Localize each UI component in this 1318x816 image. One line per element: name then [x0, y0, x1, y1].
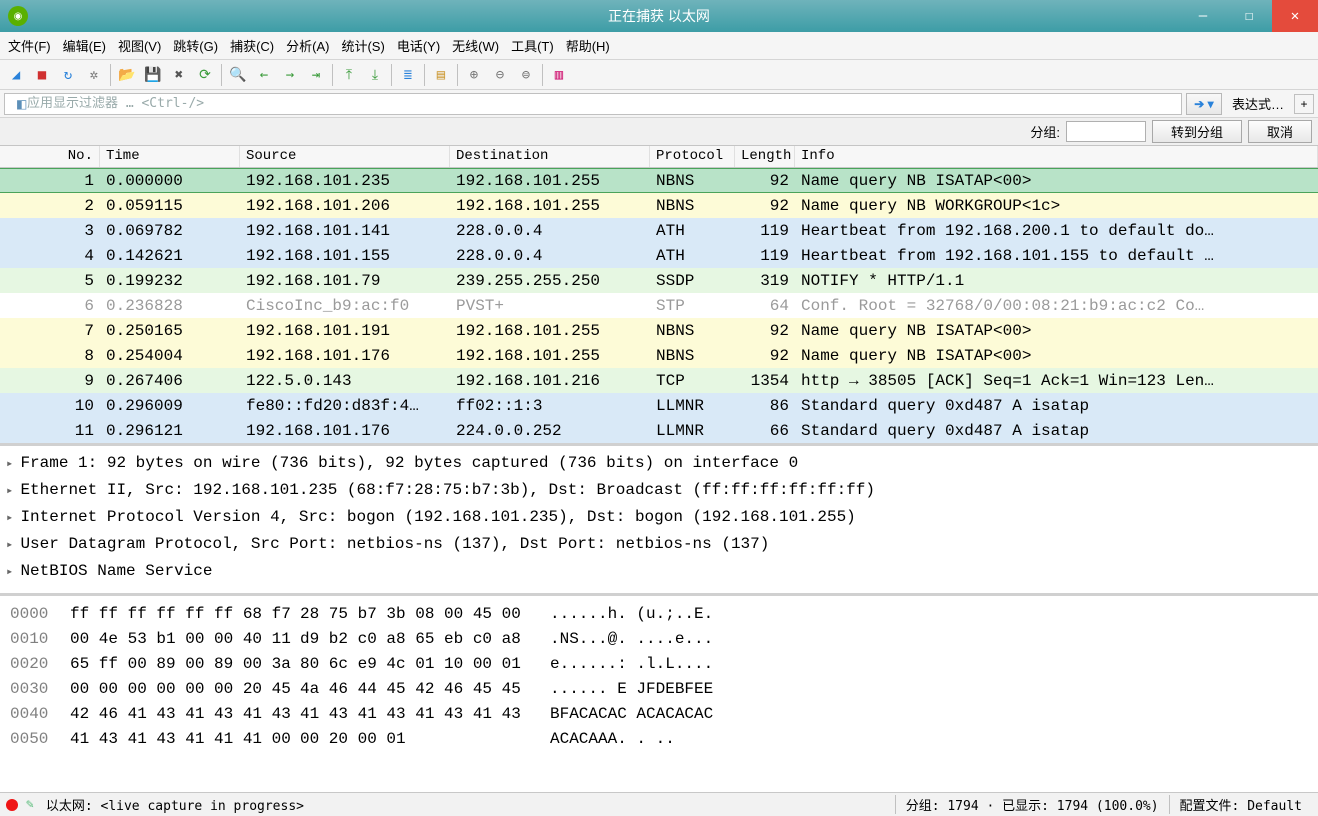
hex-row[interactable]: 004042 46 41 43 41 43 41 4341 43 41 43 4… — [10, 702, 1308, 727]
separator — [542, 64, 543, 86]
app-window: ◉ 正在捕获 以太网 — ☐ ✕ 文件(F) 编辑(E) 视图(V) 跳转(G)… — [0, 0, 1318, 816]
window-title: 正在捕获 以太网 — [0, 6, 1318, 26]
go-forward-icon[interactable]: → — [278, 63, 302, 87]
capture-status-text: <live capture in progress> — [101, 799, 305, 814]
detail-node[interactable]: Internet Protocol Version 4, Src: bogon … — [6, 504, 1312, 531]
hex-row[interactable]: 001000 4e 53 b1 00 00 40 11d9 b2 c0 a8 6… — [10, 627, 1308, 652]
add-filter-button[interactable]: + — [1294, 94, 1314, 114]
save-file-icon[interactable]: 💾 — [141, 63, 165, 87]
auto-scroll-icon[interactable]: ≣ — [396, 63, 420, 87]
menu-go[interactable]: 跳转(G) — [173, 36, 218, 55]
status-bar: ✎ 以太网: <live capture in progress> 分组: 17… — [0, 792, 1318, 816]
packet-counts: 分组: 1794 · 已显示: 1794 (100.0%) — [895, 795, 1169, 814]
interface-name: 以太网 — [46, 799, 85, 814]
bookmark-icon[interactable]: ◧ — [16, 97, 27, 111]
zoom-reset-icon[interactable]: ⊜ — [514, 63, 538, 87]
menu-wireless[interactable]: 无线(W) — [452, 36, 499, 55]
resize-columns-icon[interactable]: ▥ — [547, 63, 571, 87]
hex-row[interactable]: 003000 00 00 00 00 00 20 454a 46 44 45 4… — [10, 677, 1308, 702]
go-to-packet-icon[interactable]: ⇥ — [304, 63, 328, 87]
colorize-icon[interactable]: ▤ — [429, 63, 453, 87]
stop-capture-icon[interactable]: ■ — [30, 63, 54, 87]
packet-list-body[interactable]: 10.000000192.168.101.235192.168.101.255N… — [0, 168, 1318, 443]
zoom-out-icon[interactable]: ⊖ — [488, 63, 512, 87]
menu-bar: 文件(F) 编辑(E) 视图(V) 跳转(G) 捕获(C) 分析(A) 统计(S… — [0, 32, 1318, 60]
menu-capture[interactable]: 捕获(C) — [230, 36, 274, 55]
packet-bytes-pane[interactable]: 0000ff ff ff ff ff ff 68 f728 75 b7 3b 0… — [0, 596, 1318, 792]
expert-info-icon[interactable]: ✎ — [26, 797, 34, 812]
col-dst[interactable]: Destination — [450, 146, 650, 167]
detail-node[interactable]: NetBIOS Name Service — [6, 558, 1312, 585]
restart-capture-icon[interactable]: ↻ — [56, 63, 80, 87]
col-prot[interactable]: Protocol — [650, 146, 735, 167]
start-capture-icon[interactable]: ◢ — [4, 63, 28, 87]
menu-help[interactable]: 帮助(H) — [566, 36, 610, 55]
profile-label[interactable]: 配置文件: Default — [1169, 795, 1312, 814]
separator — [424, 64, 425, 86]
menu-telephony[interactable]: 电话(Y) — [397, 36, 440, 55]
packet-details-pane[interactable]: Frame 1: 92 bytes on wire (736 bits), 92… — [0, 446, 1318, 596]
col-no[interactable]: No. — [0, 146, 100, 167]
packet-row[interactable]: 110.296121192.168.101.176224.0.0.252LLMN… — [0, 418, 1318, 443]
capture-options-icon[interactable]: ✲ — [82, 63, 106, 87]
wireshark-icon: ◉ — [8, 6, 28, 26]
menu-file[interactable]: 文件(F) — [8, 36, 51, 55]
packet-row[interactable]: 30.069782192.168.101.141228.0.0.4ATH119H… — [0, 218, 1318, 243]
detail-node[interactable]: User Datagram Protocol, Src Port: netbio… — [6, 531, 1312, 558]
packet-row[interactable]: 100.296009fe80::fd20:d83f:4…ff02::1:3LLM… — [0, 393, 1318, 418]
menu-edit[interactable]: 编辑(E) — [63, 36, 106, 55]
packet-row[interactable]: 10.000000192.168.101.235192.168.101.255N… — [0, 168, 1318, 193]
col-len[interactable]: Length — [735, 146, 795, 167]
zoom-in-icon[interactable]: ⊕ — [462, 63, 486, 87]
packet-row[interactable]: 70.250165192.168.101.191192.168.101.255N… — [0, 318, 1318, 343]
expression-button[interactable]: 表达式… — [1226, 94, 1290, 113]
goto-input[interactable] — [1066, 121, 1146, 142]
go-first-icon[interactable]: ⤒ — [337, 63, 361, 87]
close-button[interactable]: ✕ — [1272, 0, 1318, 32]
maximize-button[interactable]: ☐ — [1226, 0, 1272, 32]
title-bar: ◉ 正在捕获 以太网 — ☐ ✕ — [0, 0, 1318, 32]
col-time[interactable]: Time — [100, 146, 240, 167]
minimize-button[interactable]: — — [1180, 0, 1226, 32]
hex-row[interactable]: 0000ff ff ff ff ff ff 68 f728 75 b7 3b 0… — [10, 602, 1308, 627]
capture-active-icon — [6, 799, 18, 811]
detail-node[interactable]: Ethernet II, Src: 192.168.101.235 (68:f7… — [6, 477, 1312, 504]
menu-analyze[interactable]: 分析(A) — [286, 36, 329, 55]
toolbar: ◢ ■ ↻ ✲ 📂 💾 ✖ ⟳ 🔍 ← → ⇥ ⤒ ⤓ ≣ ▤ ⊕ ⊖ ⊜ ▥ — [0, 60, 1318, 90]
display-filter-input[interactable] — [4, 93, 1182, 115]
packet-row[interactable]: 80.254004192.168.101.176192.168.101.255N… — [0, 343, 1318, 368]
separator — [110, 64, 111, 86]
find-icon[interactable]: 🔍 — [226, 63, 250, 87]
close-file-icon[interactable]: ✖ — [167, 63, 191, 87]
apply-filter-button[interactable]: ➔ ▾ — [1186, 93, 1222, 115]
open-file-icon[interactable]: 📂 — [115, 63, 139, 87]
detail-node[interactable]: Frame 1: 92 bytes on wire (736 bits), 92… — [6, 450, 1312, 477]
packet-row[interactable]: 40.142621192.168.101.155228.0.0.4ATH119H… — [0, 243, 1318, 268]
col-src[interactable]: Source — [240, 146, 450, 167]
separator — [391, 64, 392, 86]
separator — [457, 64, 458, 86]
packet-row[interactable]: 50.199232192.168.101.79239.255.255.250SS… — [0, 268, 1318, 293]
hex-row[interactable]: 005041 43 41 43 41 41 41 0000 20 00 01AC… — [10, 727, 1308, 752]
filter-bar: ◧ ➔ ▾ 表达式… + — [0, 90, 1318, 118]
packet-list-header[interactable]: No. Time Source Destination Protocol Len… — [0, 146, 1318, 168]
goto-button[interactable]: 转到分组 — [1152, 120, 1242, 143]
goto-packet-bar: 分组: 转到分组 取消 — [0, 118, 1318, 146]
cancel-goto-button[interactable]: 取消 — [1248, 120, 1312, 143]
packet-row[interactable]: 90.267406122.5.0.143192.168.101.216TCP13… — [0, 368, 1318, 393]
go-back-icon[interactable]: ← — [252, 63, 276, 87]
packet-row[interactable]: 60.236828CiscoInc_b9:ac:f0PVST+STP64Conf… — [0, 293, 1318, 318]
col-info[interactable]: Info — [795, 146, 1318, 167]
go-last-icon[interactable]: ⤓ — [363, 63, 387, 87]
packet-list-pane: No. Time Source Destination Protocol Len… — [0, 146, 1318, 446]
menu-view[interactable]: 视图(V) — [118, 36, 161, 55]
separator — [221, 64, 222, 86]
packet-row[interactable]: 20.059115192.168.101.206192.168.101.255N… — [0, 193, 1318, 218]
separator — [332, 64, 333, 86]
menu-statistics[interactable]: 统计(S) — [341, 36, 384, 55]
menu-tools[interactable]: 工具(T) — [511, 36, 554, 55]
hex-row[interactable]: 002065 ff 00 89 00 89 00 3a80 6c e9 4c 0… — [10, 652, 1308, 677]
reload-icon[interactable]: ⟳ — [193, 63, 217, 87]
goto-label: 分组: — [1030, 122, 1060, 141]
